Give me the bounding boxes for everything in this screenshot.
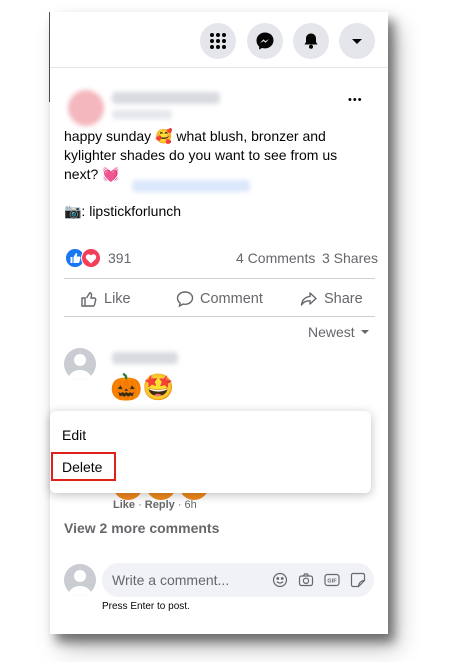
- composer-hint: Press Enter to post.: [102, 601, 190, 612]
- comment-input[interactable]: Write a comment... GIF: [102, 563, 374, 597]
- post-options-button[interactable]: •••: [348, 94, 363, 106]
- view-more-comments-link[interactable]: View 2 more comments: [64, 520, 219, 536]
- share-button[interactable]: Share: [300, 290, 363, 308]
- top-navigation: [50, 12, 388, 68]
- reply-timestamp[interactable]: 6h: [185, 499, 197, 511]
- user-avatar[interactable]: [64, 564, 96, 596]
- messenger-icon: [256, 32, 274, 50]
- delete-highlight-box: [51, 452, 116, 481]
- notifications-button[interactable]: [293, 23, 329, 59]
- menu-item-edit[interactable]: Edit: [62, 427, 86, 443]
- post-timestamp[interactable]: [112, 110, 172, 119]
- account-dropdown-button[interactable]: [339, 23, 375, 59]
- comment-button-label: Comment: [200, 291, 263, 307]
- account-dropdown-icon: [352, 39, 362, 44]
- love-reaction-icon: [81, 248, 101, 268]
- svg-text:GIF: GIF: [327, 579, 337, 585]
- author-name[interactable]: [112, 92, 220, 104]
- chevron-down-icon: [360, 330, 369, 334]
- reply-reply-link[interactable]: Reply: [145, 499, 175, 511]
- like-button[interactable]: Like: [80, 290, 131, 308]
- messenger-button[interactable]: [247, 23, 283, 59]
- default-avatar-icon: [68, 570, 92, 596]
- reply-meta: Like · Reply · 6h: [113, 499, 197, 511]
- comment-button[interactable]: Comment: [176, 290, 263, 308]
- reactions-count[interactable]: 391: [108, 250, 131, 266]
- default-avatar-icon: [68, 354, 92, 380]
- commenter-avatar[interactable]: [64, 348, 96, 380]
- comment-sort-dropdown[interactable]: Newest: [308, 324, 370, 340]
- sticker-icon[interactable]: [350, 572, 366, 588]
- menu-grid-button[interactable]: [200, 23, 236, 59]
- comment-bubble-icon: [176, 291, 194, 308]
- divider: [64, 278, 375, 279]
- author-avatar[interactable]: [68, 90, 104, 126]
- commenter-name[interactable]: [112, 352, 178, 364]
- comment-options-menu: Edit Delete: [50, 411, 371, 493]
- menu-grid-icon: [210, 33, 226, 49]
- thumbs-up-icon: [81, 291, 97, 307]
- shares-count[interactable]: 3 Shares: [322, 250, 378, 266]
- photo-credit: 📷: lipstickforlunch: [64, 203, 182, 219]
- gif-icon[interactable]: GIF: [324, 572, 340, 588]
- share-button-label: Share: [324, 291, 363, 307]
- like-button-label: Like: [104, 291, 131, 307]
- reaction-icons[interactable]: [65, 248, 103, 268]
- post-card: ••• happy sunday 🥰 what blush, bronzer a…: [50, 12, 388, 634]
- reply-like-link[interactable]: Like: [113, 499, 135, 511]
- camera-icon[interactable]: [298, 572, 314, 588]
- divider: [64, 316, 375, 317]
- meta-separator: ·: [135, 499, 145, 511]
- post-text-line: kylighter shades do you want to see from…: [64, 147, 338, 163]
- comment-sort-label: Newest: [308, 324, 355, 340]
- post-text: happy sunday 🥰 what blush, bronzer and k…: [64, 127, 364, 184]
- comment-emojis: 🎃🤩: [110, 372, 175, 402]
- post-text-line: happy sunday 🥰 what blush, bronzer and: [64, 128, 326, 144]
- notifications-bell-icon: [304, 33, 318, 49]
- emoji-picker-icon[interactable]: [272, 572, 288, 588]
- comment-input-placeholder: Write a comment...: [112, 572, 230, 588]
- meta-separator: ·: [174, 499, 185, 511]
- post-link[interactable]: [132, 180, 250, 192]
- share-arrow-icon: [300, 292, 317, 306]
- comments-count[interactable]: 4 Comments: [236, 250, 315, 266]
